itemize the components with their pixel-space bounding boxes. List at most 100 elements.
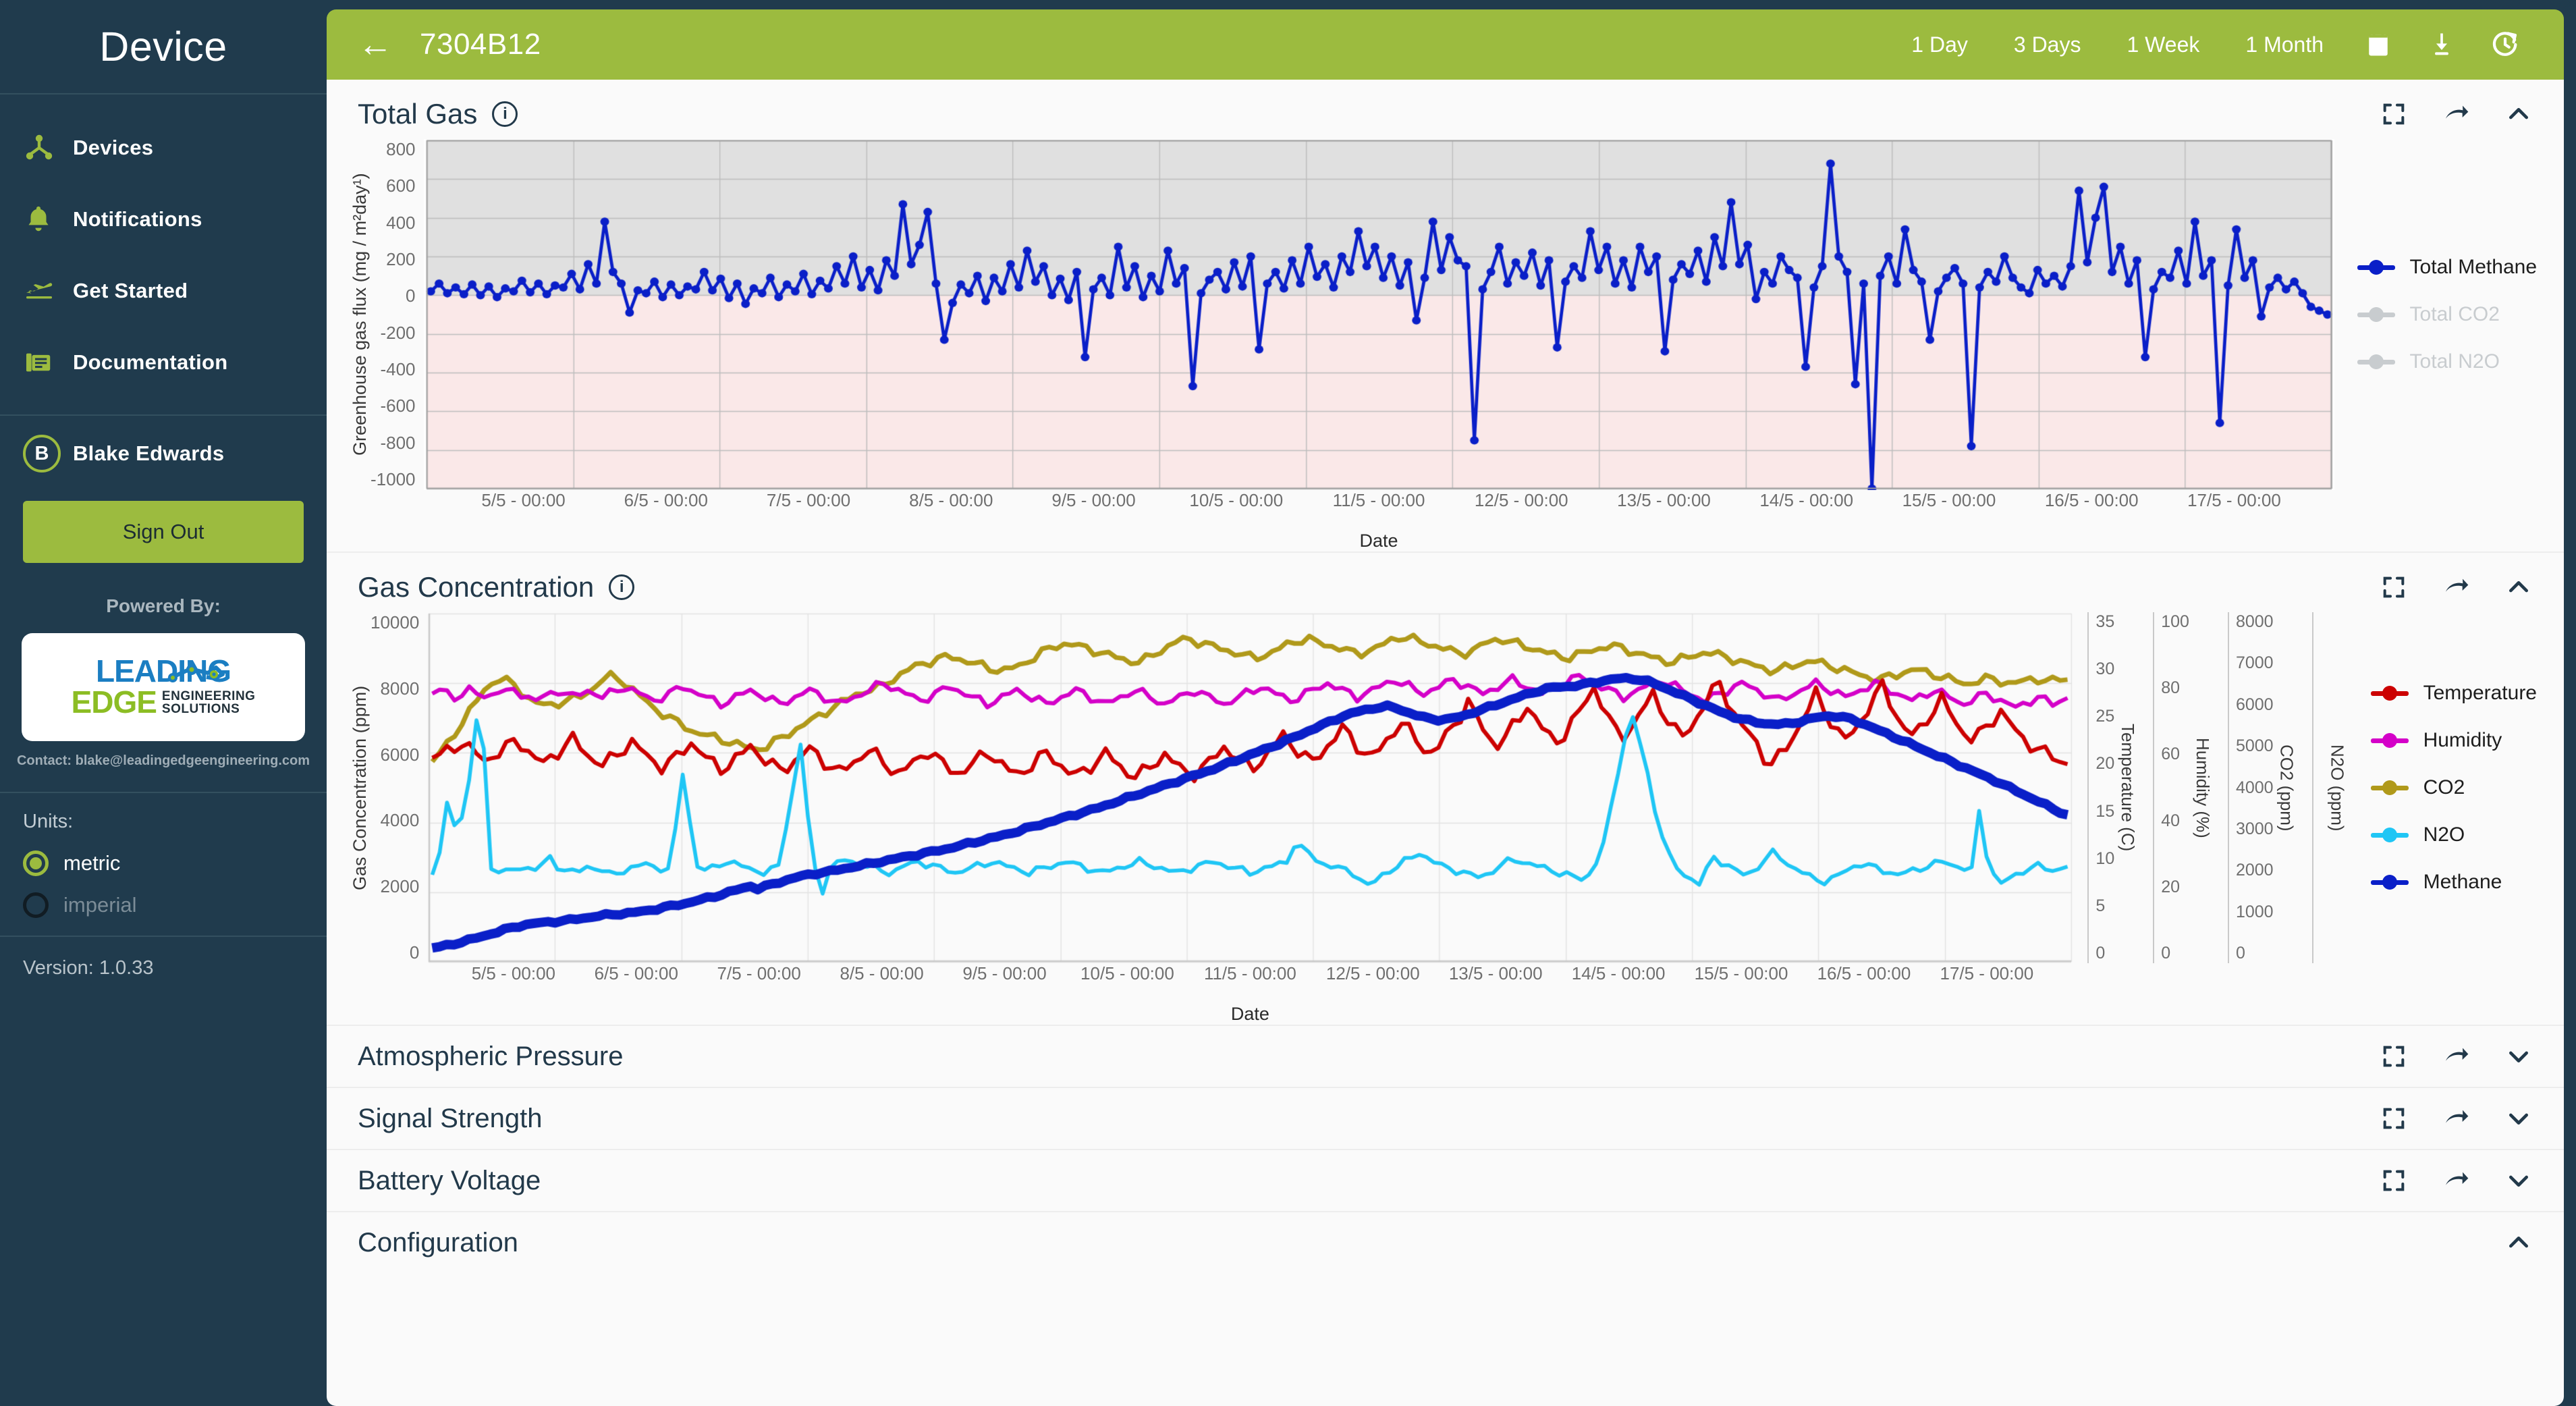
secondary-axes: 35 30 25 20 15 10 5 0 Temperature (C) 100 80 60 40… bbox=[2073, 612, 2348, 963]
range-3-days[interactable]: 3 Days bbox=[1991, 32, 2104, 57]
chevron-down-icon[interactable] bbox=[2504, 1105, 2533, 1132]
back-arrow-icon[interactable]: ← bbox=[358, 27, 393, 62]
axis-tick: 9/5 - 00:00 bbox=[962, 963, 1047, 983]
legend-item-total-methane[interactable]: Total Methane bbox=[2357, 244, 2537, 291]
y-axis-label: Greenhouse gas flux (mg / m²day¹) bbox=[350, 173, 370, 456]
axis-tick: 60 bbox=[2161, 745, 2181, 764]
y-axis-ticks: 10000 8000 6000 4000 2000 0 bbox=[371, 612, 427, 963]
download-icon[interactable] bbox=[2410, 29, 2473, 60]
legend-label: Total N2O bbox=[2409, 350, 2500, 373]
legend-item-n2o[interactable]: N2O bbox=[2370, 811, 2537, 859]
legend-marker bbox=[2370, 732, 2409, 749]
sidebar-item-documentation[interactable]: Documentation bbox=[0, 327, 327, 398]
chart-total-gas[interactable]: Greenhouse gas flux (mg / m²day¹) 800 600… bbox=[327, 136, 2564, 551]
axis-tick: 1000 bbox=[2235, 902, 2274, 921]
sidebar-item-label: Notifications bbox=[73, 207, 202, 231]
axis-tick: 0 bbox=[2095, 943, 2106, 963]
fullscreen-icon[interactable] bbox=[2380, 1105, 2407, 1132]
chevron-down-icon[interactable] bbox=[2504, 1167, 2533, 1194]
logo-sub-engineering: ENGINEERING bbox=[161, 688, 256, 703]
axis-ticks: 100 80 60 40 20 0 bbox=[2153, 612, 2189, 963]
axis-tick: 12/5 - 00:00 bbox=[1325, 963, 1420, 983]
legend-item-methane[interactable]: Methane bbox=[2370, 859, 2537, 906]
chevron-down-icon[interactable] bbox=[2504, 1043, 2533, 1070]
axis-tick: 6000 bbox=[2235, 695, 2274, 714]
range-1-month[interactable]: 1 Month bbox=[2222, 32, 2347, 57]
panel-header[interactable]: Atmospheric Pressure bbox=[327, 1026, 2564, 1087]
content-scroll[interactable]: Total Gas i Greenhouse gas flux (mg / m²… bbox=[327, 80, 2564, 1406]
legend-item-humidity[interactable]: Humidity bbox=[2370, 717, 2537, 764]
panel-battery-voltage[interactable]: Battery Voltage bbox=[327, 1150, 2564, 1212]
panel-gas-concentration: Gas Concentration i Gas Concentration (p… bbox=[327, 553, 2564, 1026]
refresh-history-icon[interactable] bbox=[2473, 29, 2537, 60]
panel-title: Configuration bbox=[358, 1227, 518, 1258]
sidebar-item-user[interactable]: B Blake Edwards bbox=[0, 416, 327, 491]
calendar-icon[interactable] bbox=[2347, 29, 2410, 60]
chart-legend: Total Methane Total CO2 Total N2O bbox=[2334, 139, 2537, 490]
axis-tick: 10 bbox=[2095, 848, 2115, 868]
axis-tick: 11/5 - 00:00 bbox=[1203, 963, 1296, 983]
axis-name: CO2 (ppm) bbox=[2276, 744, 2297, 832]
legend-item-total-n2o[interactable]: Total N2O bbox=[2357, 338, 2537, 385]
panel-header[interactable]: Battery Voltage bbox=[327, 1150, 2564, 1211]
panel-header[interactable]: Configuration bbox=[327, 1212, 2564, 1273]
range-1-day[interactable]: 1 Day bbox=[1888, 32, 1991, 57]
axis-tick: -600 bbox=[380, 396, 416, 416]
fullscreen-icon[interactable] bbox=[2380, 1167, 2407, 1194]
legend-label: Total Methane bbox=[2409, 256, 2537, 278]
sidebar-nav: Devices Notifications Get Started Docume… bbox=[0, 94, 327, 414]
panel-title: Battery Voltage bbox=[358, 1165, 541, 1195]
info-icon[interactable]: i bbox=[609, 574, 635, 600]
plot-area[interactable] bbox=[423, 139, 2334, 490]
y-axis-label: Gas Concentration (ppm) bbox=[350, 685, 370, 890]
axis-tick: 6/5 - 00:00 bbox=[594, 963, 678, 983]
radio-on-icon bbox=[23, 850, 49, 876]
chevron-up-icon[interactable] bbox=[2504, 101, 2533, 128]
radio-metric[interactable]: metric bbox=[23, 842, 327, 884]
sidebar: Device Devices Notifications Get Started… bbox=[0, 0, 327, 1406]
bell-icon bbox=[23, 204, 73, 235]
axis-tick: 25 bbox=[2095, 707, 2115, 726]
redo-arrow-icon[interactable] bbox=[2441, 574, 2471, 601]
legend-item-temperature[interactable]: Temperature bbox=[2370, 670, 2537, 717]
axis-tick: 10/5 - 00:00 bbox=[1189, 490, 1284, 510]
panel-configuration[interactable]: Configuration bbox=[327, 1212, 2564, 1273]
chevron-up-icon[interactable] bbox=[2504, 574, 2533, 601]
x-axis-ticks: 5/5 - 00:00 6/5 - 00:00 7/5 - 00:00 8/5 - 0… bbox=[427, 963, 2073, 994]
panel-signal-strength[interactable]: Signal Strength bbox=[327, 1088, 2564, 1150]
chart-gas-concentration[interactable]: Gas Concentration (ppm) 10000 8000 6000 400… bbox=[327, 610, 2564, 1025]
fullscreen-icon[interactable] bbox=[2380, 1043, 2407, 1070]
radio-imperial[interactable]: imperial bbox=[23, 884, 327, 926]
axis-tick: 0 bbox=[2161, 943, 2171, 963]
axis-tick: 8/5 - 00:00 bbox=[909, 490, 993, 510]
axis-tick: -800 bbox=[380, 432, 416, 453]
fullscreen-icon[interactable] bbox=[2380, 574, 2407, 601]
redo-arrow-icon[interactable] bbox=[2441, 1105, 2471, 1132]
redo-arrow-icon[interactable] bbox=[2441, 101, 2471, 128]
sign-out-button[interactable]: Sign Out bbox=[23, 501, 304, 563]
axis-temperature: 35 30 25 20 15 10 5 0 Temperature (C) bbox=[2087, 612, 2138, 963]
redo-arrow-icon[interactable] bbox=[2441, 1167, 2471, 1194]
sidebar-item-notifications[interactable]: Notifications bbox=[0, 184, 327, 255]
plot-area[interactable] bbox=[427, 612, 2073, 963]
legend-item-total-co2[interactable]: Total CO2 bbox=[2357, 291, 2537, 338]
info-icon[interactable]: i bbox=[492, 101, 518, 127]
fullscreen-icon[interactable] bbox=[2380, 101, 2407, 128]
legend-item-co2[interactable]: CO2 bbox=[2370, 764, 2537, 811]
sidebar-item-devices[interactable]: Devices bbox=[0, 112, 327, 184]
panel-atmospheric-pressure[interactable]: Atmospheric Pressure bbox=[327, 1026, 2564, 1088]
redo-arrow-icon[interactable] bbox=[2441, 1043, 2471, 1070]
panel-header[interactable]: Signal Strength bbox=[327, 1088, 2564, 1149]
axis-tick: 5/5 - 00:00 bbox=[481, 490, 566, 510]
range-1-week[interactable]: 1 Week bbox=[2104, 32, 2222, 57]
axis-name: N2O (ppm) bbox=[2327, 744, 2348, 832]
chart-legend: Temperature Humidity CO2 N2O Methane bbox=[2348, 612, 2537, 963]
axis-tick: 600 bbox=[386, 175, 416, 196]
axis-tick: 4000 bbox=[2235, 778, 2274, 797]
units-selector: Units: metric imperial bbox=[0, 793, 327, 936]
chevron-up-icon[interactable] bbox=[2504, 1229, 2533, 1256]
sidebar-item-get-started[interactable]: Get Started bbox=[0, 255, 327, 327]
axis-tick: 16/5 - 00:00 bbox=[1817, 963, 1911, 983]
axis-tick: 5/5 - 00:00 bbox=[471, 963, 555, 983]
device-id: 7304B12 bbox=[420, 28, 541, 61]
